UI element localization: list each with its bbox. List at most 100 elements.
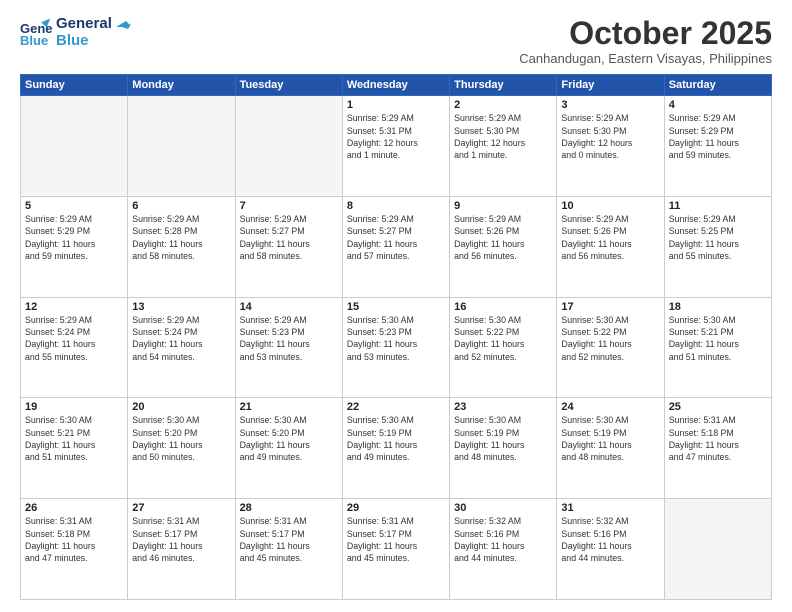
day-number: 5 [25,200,123,212]
day-number: 12 [25,301,123,313]
day-number: 16 [454,301,552,313]
calendar-day-cell: 29Sunrise: 5:31 AMSunset: 5:17 PMDayligh… [342,499,449,600]
day-number: 13 [132,301,230,313]
day-info: Sunrise: 5:31 AMSunset: 5:18 PMDaylight:… [669,414,767,463]
day-number: 6 [132,200,230,212]
calendar-page: General Blue General Blue October 2025 [0,0,792,612]
month-title: October 2025 [519,16,772,51]
calendar-day-cell [128,96,235,197]
day-number: 8 [347,200,445,212]
title-section: October 2025 Canhandugan, Eastern Visaya… [519,16,772,66]
calendar-day-cell: 18Sunrise: 5:30 AMSunset: 5:21 PMDayligh… [664,297,771,398]
day-info: Sunrise: 5:30 AMSunset: 5:20 PMDaylight:… [132,414,230,463]
day-info: Sunrise: 5:29 AMSunset: 5:29 PMDaylight:… [25,213,123,262]
day-info: Sunrise: 5:29 AMSunset: 5:24 PMDaylight:… [25,314,123,363]
calendar-day-cell: 7Sunrise: 5:29 AMSunset: 5:27 PMDaylight… [235,196,342,297]
weekday-header-monday: Monday [128,75,235,96]
day-number: 29 [347,502,445,514]
calendar-day-cell: 15Sunrise: 5:30 AMSunset: 5:23 PMDayligh… [342,297,449,398]
calendar-day-cell: 12Sunrise: 5:29 AMSunset: 5:24 PMDayligh… [21,297,128,398]
day-number: 27 [132,502,230,514]
calendar-day-cell: 9Sunrise: 5:29 AMSunset: 5:26 PMDaylight… [450,196,557,297]
calendar-day-cell: 14Sunrise: 5:29 AMSunset: 5:23 PMDayligh… [235,297,342,398]
day-info: Sunrise: 5:29 AMSunset: 5:26 PMDaylight:… [454,213,552,262]
day-info: Sunrise: 5:29 AMSunset: 5:24 PMDaylight:… [132,314,230,363]
day-number: 15 [347,301,445,313]
day-number: 21 [240,401,338,413]
calendar-day-cell [235,96,342,197]
day-info: Sunrise: 5:30 AMSunset: 5:21 PMDaylight:… [25,414,123,463]
day-info: Sunrise: 5:31 AMSunset: 5:17 PMDaylight:… [240,515,338,564]
calendar-day-cell: 17Sunrise: 5:30 AMSunset: 5:22 PMDayligh… [557,297,664,398]
weekday-header-saturday: Saturday [664,75,771,96]
calendar-day-cell: 22Sunrise: 5:30 AMSunset: 5:19 PMDayligh… [342,398,449,499]
calendar-day-cell: 28Sunrise: 5:31 AMSunset: 5:17 PMDayligh… [235,499,342,600]
weekday-header-tuesday: Tuesday [235,75,342,96]
svg-text:Blue: Blue [20,33,48,48]
header: General Blue General Blue October 2025 [20,16,772,66]
calendar-day-cell: 21Sunrise: 5:30 AMSunset: 5:20 PMDayligh… [235,398,342,499]
calendar-day-cell: 30Sunrise: 5:32 AMSunset: 5:16 PMDayligh… [450,499,557,600]
day-info: Sunrise: 5:29 AMSunset: 5:30 PMDaylight:… [561,112,659,161]
day-number: 17 [561,301,659,313]
day-info: Sunrise: 5:29 AMSunset: 5:25 PMDaylight:… [669,213,767,262]
day-number: 30 [454,502,552,514]
day-number: 18 [669,301,767,313]
day-info: Sunrise: 5:30 AMSunset: 5:22 PMDaylight:… [454,314,552,363]
calendar-day-cell: 8Sunrise: 5:29 AMSunset: 5:27 PMDaylight… [342,196,449,297]
day-info: Sunrise: 5:32 AMSunset: 5:16 PMDaylight:… [561,515,659,564]
day-number: 26 [25,502,123,514]
calendar-day-cell: 5Sunrise: 5:29 AMSunset: 5:29 PMDaylight… [21,196,128,297]
calendar-day-cell: 27Sunrise: 5:31 AMSunset: 5:17 PMDayligh… [128,499,235,600]
day-number: 10 [561,200,659,212]
day-info: Sunrise: 5:30 AMSunset: 5:23 PMDaylight:… [347,314,445,363]
logo: General Blue General Blue [20,16,132,49]
day-number: 31 [561,502,659,514]
day-number: 11 [669,200,767,212]
day-number: 28 [240,502,338,514]
day-info: Sunrise: 5:31 AMSunset: 5:17 PMDaylight:… [347,515,445,564]
calendar-day-cell [21,96,128,197]
day-info: Sunrise: 5:29 AMSunset: 5:23 PMDaylight:… [240,314,338,363]
day-number: 25 [669,401,767,413]
day-number: 7 [240,200,338,212]
day-number: 2 [454,99,552,111]
day-info: Sunrise: 5:29 AMSunset: 5:29 PMDaylight:… [669,112,767,161]
calendar-day-cell: 3Sunrise: 5:29 AMSunset: 5:30 PMDaylight… [557,96,664,197]
day-number: 20 [132,401,230,413]
day-number: 14 [240,301,338,313]
day-number: 4 [669,99,767,111]
day-number: 9 [454,200,552,212]
day-info: Sunrise: 5:29 AMSunset: 5:28 PMDaylight:… [132,213,230,262]
calendar-day-cell: 25Sunrise: 5:31 AMSunset: 5:18 PMDayligh… [664,398,771,499]
day-info: Sunrise: 5:31 AMSunset: 5:18 PMDaylight:… [25,515,123,564]
day-info: Sunrise: 5:30 AMSunset: 5:22 PMDaylight:… [561,314,659,363]
day-info: Sunrise: 5:31 AMSunset: 5:17 PMDaylight:… [132,515,230,564]
calendar-week-row: 12Sunrise: 5:29 AMSunset: 5:24 PMDayligh… [21,297,772,398]
calendar-day-cell: 13Sunrise: 5:29 AMSunset: 5:24 PMDayligh… [128,297,235,398]
calendar-day-cell: 6Sunrise: 5:29 AMSunset: 5:28 PMDaylight… [128,196,235,297]
calendar-day-cell [664,499,771,600]
calendar-day-cell: 2Sunrise: 5:29 AMSunset: 5:30 PMDaylight… [450,96,557,197]
day-info: Sunrise: 5:29 AMSunset: 5:27 PMDaylight:… [240,213,338,262]
weekday-header-sunday: Sunday [21,75,128,96]
day-info: Sunrise: 5:30 AMSunset: 5:20 PMDaylight:… [240,414,338,463]
day-info: Sunrise: 5:29 AMSunset: 5:27 PMDaylight:… [347,213,445,262]
location-title: Canhandugan, Eastern Visayas, Philippine… [519,51,772,66]
logo-general: General [56,16,112,33]
logo-blue: Blue [56,33,112,50]
day-info: Sunrise: 5:30 AMSunset: 5:21 PMDaylight:… [669,314,767,363]
calendar-day-cell: 1Sunrise: 5:29 AMSunset: 5:31 PMDaylight… [342,96,449,197]
day-info: Sunrise: 5:30 AMSunset: 5:19 PMDaylight:… [454,414,552,463]
calendar-table: SundayMondayTuesdayWednesdayThursdayFrid… [20,74,772,600]
calendar-week-row: 19Sunrise: 5:30 AMSunset: 5:21 PMDayligh… [21,398,772,499]
calendar-day-cell: 24Sunrise: 5:30 AMSunset: 5:19 PMDayligh… [557,398,664,499]
weekday-header-wednesday: Wednesday [342,75,449,96]
calendar-week-row: 5Sunrise: 5:29 AMSunset: 5:29 PMDaylight… [21,196,772,297]
day-info: Sunrise: 5:29 AMSunset: 5:30 PMDaylight:… [454,112,552,161]
logo-icon: General Blue [20,17,52,49]
day-info: Sunrise: 5:32 AMSunset: 5:16 PMDaylight:… [454,515,552,564]
day-info: Sunrise: 5:29 AMSunset: 5:26 PMDaylight:… [561,213,659,262]
calendar-week-row: 26Sunrise: 5:31 AMSunset: 5:18 PMDayligh… [21,499,772,600]
calendar-day-cell: 10Sunrise: 5:29 AMSunset: 5:26 PMDayligh… [557,196,664,297]
